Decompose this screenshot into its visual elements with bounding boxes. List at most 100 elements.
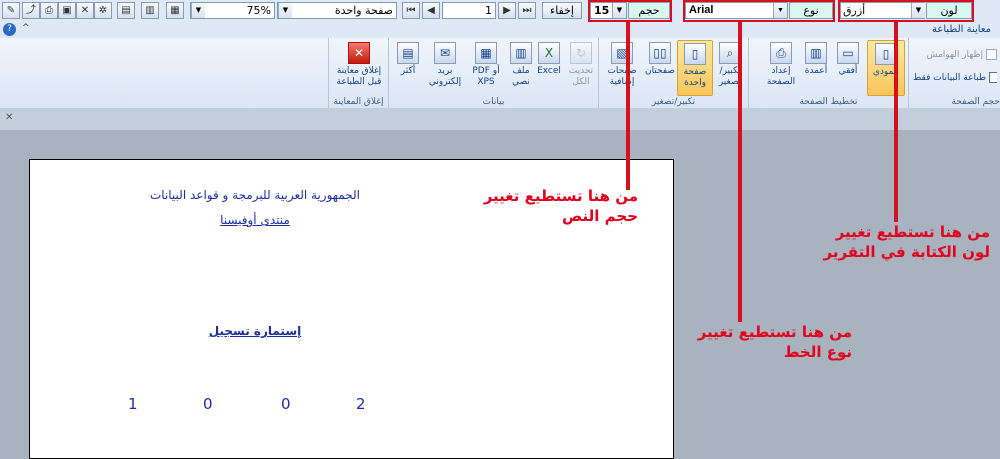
report-digit-1: 2 [356,395,366,413]
more-label: أكثر [400,66,416,76]
chevron-down-icon[interactable]: ▼ [191,3,205,18]
one-page-label: صفحة واحدة [683,67,707,88]
two-pages-icon: ▯▯ [649,42,671,64]
font-size-callout: من هنا تستطيع تغيير حجم النص [470,186,638,226]
landscape-icon: ▭ [837,42,859,64]
two-pages-label: صفحتان [644,66,676,76]
tools-icon[interactable]: ✲ [94,2,112,19]
page-setup-icon: ⎙ [770,42,792,64]
excel-icon: X [538,42,560,64]
font-name-callout-line-1: من هنا تستطيع تغيير [697,323,852,341]
data-group-label: بيانات [482,97,505,107]
print-data-only-label: طباعة البيانات فقط [913,73,987,83]
text-file-icon: ▥ [510,42,532,64]
landscape-label: أفقي [838,66,858,76]
font-color-callout: من هنا تستطيع تغيير لون الكتابة في التقر… [818,222,990,262]
font-name-highlight [683,0,835,22]
export-word-icon[interactable]: ▦ [166,2,184,19]
excel-button[interactable]: X Excel [535,42,563,77]
two-pages-button[interactable]: ▯▯ صفحتان [643,42,677,77]
page-setup-button[interactable]: ⎙ إعداد الصفحة [763,42,799,88]
close-group-label: إغلاق المعاينة [333,97,384,107]
ribbon-tab-strip: ? ^ معاينة الطباعة [0,22,1000,38]
font-name-callout: من هنا تستطيع تغيير نوع الخط [672,322,852,362]
minimize-ribbon-icon[interactable]: ^ [22,23,30,33]
landscape-button[interactable]: ▭ أفقي [833,42,863,77]
pdf-xps-label: PDF أو XPS [472,66,500,87]
data-group: ▤ أكثر ✉ بريد إلكتروني ▦ PDF أو XPS ▥ مل… [388,38,598,108]
email-button[interactable]: ✉ بريد إلكتروني [425,42,465,88]
page-layout-group: ⎙ إعداد الصفحة ▥ أعمدة ▭ أفقي ▯ عمودي تخ… [748,38,908,108]
font-color-highlight [838,0,974,22]
document-tab-bar: ✕ [0,108,1000,130]
next-page-icon[interactable]: ▶ [498,2,516,19]
zoom-value: 75% [246,4,271,17]
help-icon[interactable]: ? [3,23,16,36]
refresh-all-button[interactable]: ↻ تحديث الكل [565,42,597,88]
columns-label: أعمدة [804,66,828,76]
page-number-field[interactable]: 1 [442,2,496,19]
font-color-pointer [894,22,898,222]
font-size-callout-line-1: من هنا تستطيع تغيير [483,187,638,205]
font-color-callout-line-1: من هنا تستطيع تغيير [835,223,990,241]
portrait-button[interactable]: ▯ عمودي [867,40,905,96]
design-view-icon[interactable]: ✎ [2,2,20,19]
page-layout-group-label: تخطيط الصفحة [799,97,858,107]
columns-button[interactable]: ▥ أعمدة [801,42,831,77]
close-preview-icon[interactable]: ✕ [76,2,94,19]
page-size-group: إظهار الهوامش طباعة البيانات فقط حجم الص… [908,38,1000,108]
zoom-select[interactable]: ▼ 75% [190,2,275,19]
export-icon[interactable]: ⤴ [22,2,40,19]
show-margins-option[interactable]: إظهار الهوامش [913,49,997,60]
more-pages-button[interactable]: ▧ صفحات إضافية [603,42,641,88]
print-data-only-checkbox[interactable] [988,72,997,83]
last-page-icon[interactable]: ⏭ [518,2,536,19]
pdf-xps-button[interactable]: ▦ PDF أو XPS [467,42,505,88]
pdf-xps-icon: ▦ [475,42,497,64]
refresh-icon: ↻ [570,42,592,64]
show-margins-label: إظهار الهوامش [926,50,984,60]
close-icon: ✕ [348,42,370,64]
page-view-select[interactable]: ▼ صفحة واحدة [277,2,397,19]
close-document-icon[interactable]: ✕ [5,112,13,123]
chevron-down-icon[interactable]: ▼ [278,3,292,18]
font-name-pointer [738,22,742,322]
export-excel-icon[interactable]: ▥ [141,2,159,19]
previous-page-icon[interactable]: ◀ [422,2,440,19]
pdf-icon[interactable]: ▤ [117,2,135,19]
font-color-callout-line-2: لون الكتابة في التقرير [823,243,990,261]
email-icon: ✉ [434,42,456,64]
one-page-button[interactable]: ▯ صفحة واحدة [677,40,713,96]
close-preview-button[interactable]: ✕ إغلاق معاينة قبل الطباعة [333,42,385,88]
hide-button[interactable]: إخفاء [542,2,582,19]
show-margins-checkbox[interactable] [986,49,997,60]
report-digit-2: 0 [281,395,291,413]
font-size-callout-line-2: حجم النص [562,207,638,225]
report-digit-3: 0 [203,395,213,413]
ribbon: ✕ إغلاق معاينة قبل الطباعة إغلاق المعاين… [0,38,1000,109]
tab-print-preview[interactable]: معاينة الطباعة [932,24,1000,35]
print-data-only-option[interactable]: طباعة البيانات فقط [913,72,997,83]
more-button[interactable]: ▤ أكثر [393,42,423,77]
excel-label: Excel [537,66,561,76]
text-file-label: ملف نصي [512,66,530,87]
font-name-callout-line-2: نوع الخط [783,343,852,361]
page-size-group-label: حجم الصفحة [951,97,1000,107]
text-file-button[interactable]: ▥ ملف نصي [507,42,535,88]
zoom-group-label: تكبير/تصغير [651,97,696,107]
report-title: إستمارة تسجيل [208,324,302,338]
close-preview-group: ✕ إغلاق معاينة قبل الطباعة إغلاق المعاين… [328,38,388,108]
refresh-all-label: تحديث الكل [568,66,594,87]
font-size-pointer [626,22,630,190]
more-pages-label: صفحات إضافية [607,66,637,87]
columns-icon: ▥ [805,42,827,64]
print-icon[interactable]: ⎙ [40,2,58,19]
one-page-icon: ▯ [684,43,706,65]
font-size-highlight [588,0,672,22]
first-page-icon[interactable]: ⏮ [402,2,420,19]
report-header-line-2: منتدى أوفيسنا [220,213,290,227]
page-setup-label: إعداد الصفحة [766,66,796,87]
close-preview-label: إغلاق معاينة قبل الطباعة [336,66,382,87]
page-setup-icon[interactable]: ▣ [58,2,76,19]
zoom-group: ▧ صفحات إضافية ▯▯ صفحتان ▯ صفحة واحدة ⌕ … [598,38,748,108]
